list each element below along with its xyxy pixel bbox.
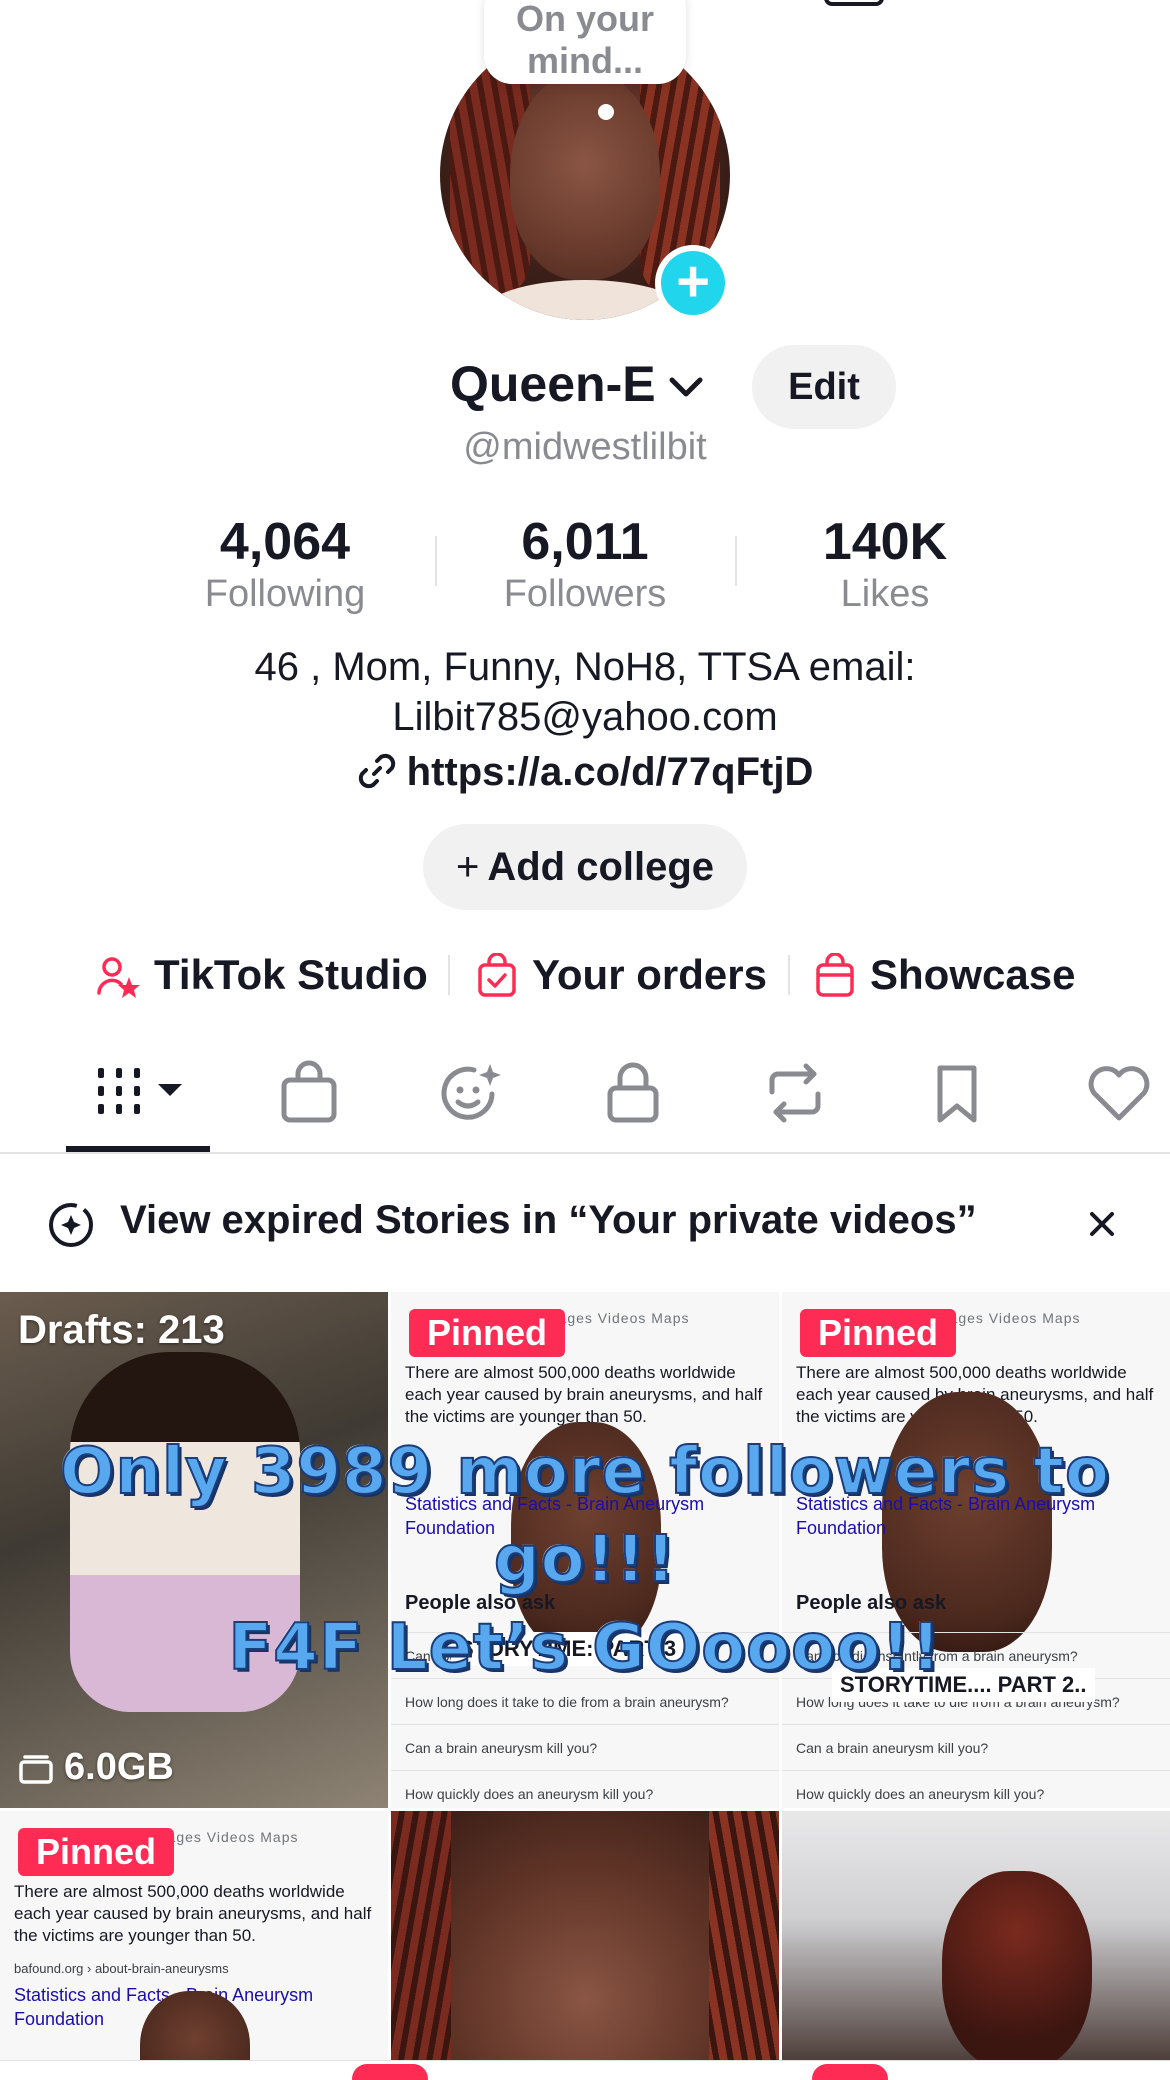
overlay-line: Only 3989 more followers to go!!! [59,1434,1110,1598]
video-tile[interactable] [782,1811,1170,2080]
drafts-size: 6.0GB [18,1746,174,1789]
orders-bag-icon [478,952,516,997]
search-snippet: There are almost 500,000 deaths worldwid… [14,1882,372,1945]
video-thumbnail [709,1811,779,2080]
chevron-down-icon[interactable] [668,372,704,402]
overlay-line: F4F Let’s GOoooo!! [228,1610,942,1686]
link-icon [358,753,395,789]
note-bubble-text: On your mind... [515,0,654,81]
bio-line: 46 , Mom, Funny, NoH8, TTSA email: [254,645,916,689]
story-add-icon [49,1203,93,1247]
stat-value: 140K [822,513,948,571]
video-thumbnail [942,1871,1092,2071]
add-college-button[interactable]: + Add college [423,824,747,910]
shortcut-divider [448,955,450,995]
video-thumbnail [391,1811,451,2080]
stat-following[interactable]: 4,064 Following [135,514,435,618]
stat-value: 4,064 [219,513,351,571]
note-bubble[interactable]: On your mind... [484,0,686,84]
stat-followers[interactable]: 6,011 Followers [435,514,735,618]
showcase-link[interactable]: Showcase [814,945,1075,1005]
search-question: How quickly does an aneurysm kill you? [782,1770,1170,1808]
shortcut-label: Your orders [532,951,767,998]
bio: 46 , Mom, Funny, NoH8, TTSA email: Lilbi… [0,642,1170,742]
bottom-nav [0,2060,1170,2080]
shortcut-label: TikTok Studio [154,951,428,998]
banner-text: View expired Stories in “Your private vi… [120,1198,977,1242]
add-story-button[interactable]: + [655,245,731,321]
bio-link-text: https://a.co/d/77qFtjD [406,750,814,794]
note-bubble-tail [598,104,614,120]
display-name[interactable]: Queen-E [450,355,656,413]
drafts-size-text: 6.0GB [64,1746,174,1788]
tiktok-studio-link[interactable]: TikTok Studio [96,945,428,1005]
search-question: Can a brain aneurysm kill you? [391,1724,779,1770]
calendar-icon[interactable] [824,0,884,6]
search-snippet: There are almost 500,000 deaths worldwid… [405,1363,763,1426]
bio-link[interactable]: https://a.co/d/77qFtjD [0,750,1170,795]
bio-line: Lilbit785@yahoo.com [392,695,778,739]
edit-profile-button[interactable]: Edit [752,345,896,429]
private-lock-icon[interactable] [598,1058,668,1128]
creator-star-icon [97,957,140,998]
shop-bag-icon[interactable] [274,1058,344,1128]
stat-likes[interactable]: 140K Likes [735,514,1035,618]
tab-divider [0,1152,1170,1154]
reposted-face-icon[interactable] [436,1058,506,1128]
videos-grid-icon[interactable] [92,1058,188,1128]
favorites-bookmark-icon[interactable] [922,1058,992,1128]
plus-icon: + [661,251,725,315]
search-result-source: bafound.org › about-brain-aneurysms [14,1961,229,1976]
pinned-badge: Pinned [800,1309,957,1357]
stat-value: 6,011 [521,513,649,571]
add-college-label: Add college [487,845,715,889]
notification-badge [352,2064,428,2080]
search-question: How quickly does an aneurysm kill you? [391,1770,779,1808]
shortcut-label: Showcase [870,951,1076,998]
video-tile[interactable] [391,1811,779,2080]
repost-icon[interactable] [760,1058,830,1128]
stack-icon [19,1755,53,1784]
stat-label: Following [204,573,366,615]
your-orders-link[interactable]: Your orders [476,945,767,1005]
stat-label: Followers [503,573,667,615]
liked-heart-icon[interactable] [1084,1058,1154,1128]
username-handle: @midwestlilbit [463,426,707,468]
pinned-badge: Pinned [18,1828,175,1876]
stat-label: Likes [840,573,930,615]
pinned-badge: Pinned [409,1309,566,1357]
search-question: Can a brain aneurysm kill you? [782,1724,1170,1770]
drafts-count: Drafts: 213 [18,1308,225,1352]
plus-icon: + [455,845,480,889]
close-icon[interactable] [1080,1202,1124,1246]
shortcut-divider [788,955,790,995]
showcase-bag-icon [816,952,854,997]
notification-badge [812,2064,888,2080]
profile-overlay-caption: Only 3989 more followers to go!!! F4F Le… [0,1428,1170,1692]
